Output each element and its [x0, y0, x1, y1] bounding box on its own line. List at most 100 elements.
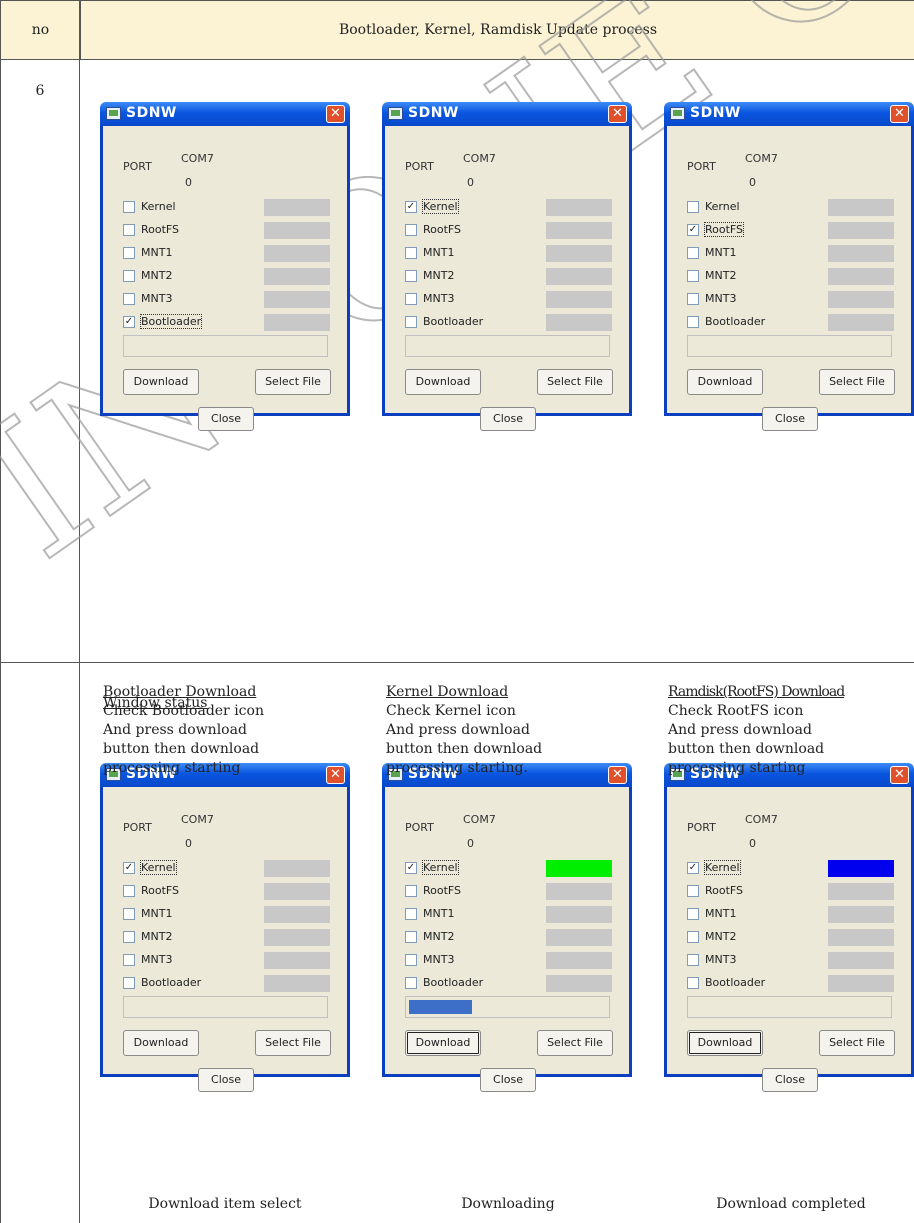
close-icon[interactable]: ✕: [608, 766, 627, 784]
status-bar: [264, 860, 330, 877]
checkbox-label[interactable]: Kernel: [704, 860, 741, 875]
checkbox-mnt2[interactable]: [405, 270, 417, 282]
select-file-button[interactable]: Select File: [255, 369, 331, 395]
checkbox-mnt3[interactable]: [687, 293, 699, 305]
close-button[interactable]: Close: [480, 1068, 536, 1092]
checkbox-bootloader[interactable]: [405, 977, 417, 989]
checkbox-label[interactable]: MNT3: [705, 292, 736, 305]
checkbox-label[interactable]: MNT3: [705, 953, 736, 966]
close-icon[interactable]: ✕: [326, 105, 345, 123]
checkbox-label[interactable]: Bootloader: [705, 315, 765, 328]
checkbox-kernel[interactable]: ✓: [405, 201, 417, 213]
checkbox-label[interactable]: MNT2: [423, 269, 454, 282]
checkbox-label[interactable]: Bootloader: [141, 976, 201, 989]
checkbox-rootfs[interactable]: ✓: [687, 224, 699, 236]
checkbox-mnt2[interactable]: [405, 931, 417, 943]
checkbox-mnt3[interactable]: [687, 954, 699, 966]
checkbox-label[interactable]: MNT1: [423, 246, 454, 259]
checkbox-bootloader[interactable]: [687, 316, 699, 328]
close-button[interactable]: Close: [480, 407, 536, 431]
close-icon[interactable]: ✕: [326, 766, 345, 784]
checkbox-mnt1[interactable]: [687, 908, 699, 920]
checkbox-label[interactable]: MNT1: [423, 907, 454, 920]
checkbox-label[interactable]: MNT3: [141, 953, 172, 966]
select-file-button[interactable]: Select File: [819, 369, 895, 395]
checkbox-mnt1[interactable]: [687, 247, 699, 259]
download-button[interactable]: Download: [405, 369, 481, 395]
checkbox-mnt3[interactable]: [123, 293, 135, 305]
window-titlebar[interactable]: SDNW ✕: [382, 102, 632, 126]
checkbox-mnt3[interactable]: [405, 293, 417, 305]
close-button[interactable]: Close: [762, 407, 818, 431]
checkbox-label[interactable]: MNT1: [705, 246, 736, 259]
close-button[interactable]: Close: [762, 1068, 818, 1092]
checkbox-label[interactable]: MNT2: [423, 930, 454, 943]
select-file-button[interactable]: Select File: [255, 1030, 331, 1056]
checkbox-mnt1[interactable]: [405, 908, 417, 920]
checkbox-label[interactable]: MNT1: [705, 907, 736, 920]
checkbox-mnt2[interactable]: [123, 270, 135, 282]
checkbox-rootfs[interactable]: [687, 885, 699, 897]
checkbox-bootloader[interactable]: [123, 977, 135, 989]
checkbox-rootfs[interactable]: [123, 224, 135, 236]
checkbox-mnt2[interactable]: [687, 931, 699, 943]
checkbox-kernel[interactable]: [687, 201, 699, 213]
checkbox-label[interactable]: Bootloader: [423, 315, 483, 328]
checkbox-label[interactable]: RootFS: [423, 884, 461, 897]
checkbox-label[interactable]: RootFS: [705, 884, 743, 897]
checkbox-mnt3[interactable]: [123, 954, 135, 966]
checkbox-bootloader[interactable]: [687, 977, 699, 989]
download-button[interactable]: Download: [123, 1030, 199, 1056]
checkbox-rootfs[interactable]: [405, 885, 417, 897]
checkbox-label[interactable]: MNT3: [423, 953, 454, 966]
checkbox-kernel[interactable]: [123, 201, 135, 213]
checkbox-label[interactable]: Kernel: [141, 200, 176, 213]
close-button[interactable]: Close: [198, 407, 254, 431]
checkbox-label[interactable]: MNT2: [141, 930, 172, 943]
checkbox-label[interactable]: Bootloader: [423, 976, 483, 989]
checkbox-label[interactable]: RootFS: [141, 223, 179, 236]
checkbox-label[interactable]: MNT2: [141, 269, 172, 282]
close-icon[interactable]: ✕: [890, 766, 909, 784]
checkbox-mnt1[interactable]: [123, 908, 135, 920]
checkbox-mnt2[interactable]: [123, 931, 135, 943]
download-button[interactable]: Download: [123, 369, 199, 395]
checkbox-label[interactable]: MNT3: [141, 292, 172, 305]
checkbox-label[interactable]: RootFS: [703, 222, 745, 237]
checkbox-rootfs[interactable]: [123, 885, 135, 897]
download-button[interactable]: Download: [687, 369, 763, 395]
close-icon[interactable]: ✕: [608, 105, 627, 123]
checkbox-label[interactable]: MNT1: [141, 246, 172, 259]
checkbox-bootloader[interactable]: ✓: [123, 316, 135, 328]
window-titlebar[interactable]: SDNW ✕: [664, 102, 914, 126]
checkbox-label[interactable]: MNT3: [423, 292, 454, 305]
checkbox-mnt2[interactable]: [687, 270, 699, 282]
checkbox-mnt3[interactable]: [405, 954, 417, 966]
checkbox-label[interactable]: Kernel: [422, 199, 459, 214]
checkbox-label[interactable]: MNT2: [705, 269, 736, 282]
close-button[interactable]: Close: [198, 1068, 254, 1092]
window-titlebar[interactable]: SDNW ✕: [100, 102, 350, 126]
checkbox-label[interactable]: Kernel: [422, 860, 459, 875]
checkbox-label[interactable]: RootFS: [141, 884, 179, 897]
checkbox-mnt1[interactable]: [123, 247, 135, 259]
checkbox-kernel[interactable]: ✓: [687, 862, 699, 874]
select-file-button[interactable]: Select File: [537, 369, 613, 395]
checkbox-label[interactable]: MNT2: [705, 930, 736, 943]
checkbox-mnt1[interactable]: [405, 247, 417, 259]
checkbox-kernel[interactable]: ✓: [405, 862, 417, 874]
download-button[interactable]: Download: [687, 1030, 763, 1056]
download-button[interactable]: Download: [405, 1030, 481, 1056]
select-file-button[interactable]: Select File: [819, 1030, 895, 1056]
close-icon[interactable]: ✕: [890, 105, 909, 123]
checkbox-label[interactable]: MNT1: [141, 907, 172, 920]
checkbox-label[interactable]: Bootloader: [705, 976, 765, 989]
checkbox-label[interactable]: Bootloader: [139, 314, 203, 329]
checkbox-rootfs[interactable]: [405, 224, 417, 236]
checkbox-bootloader[interactable]: [405, 316, 417, 328]
checkbox-kernel[interactable]: ✓: [123, 862, 135, 874]
select-file-button[interactable]: Select File: [537, 1030, 613, 1056]
checkbox-label[interactable]: Kernel: [140, 860, 177, 875]
checkbox-label[interactable]: Kernel: [705, 200, 740, 213]
checkbox-label[interactable]: RootFS: [423, 223, 461, 236]
